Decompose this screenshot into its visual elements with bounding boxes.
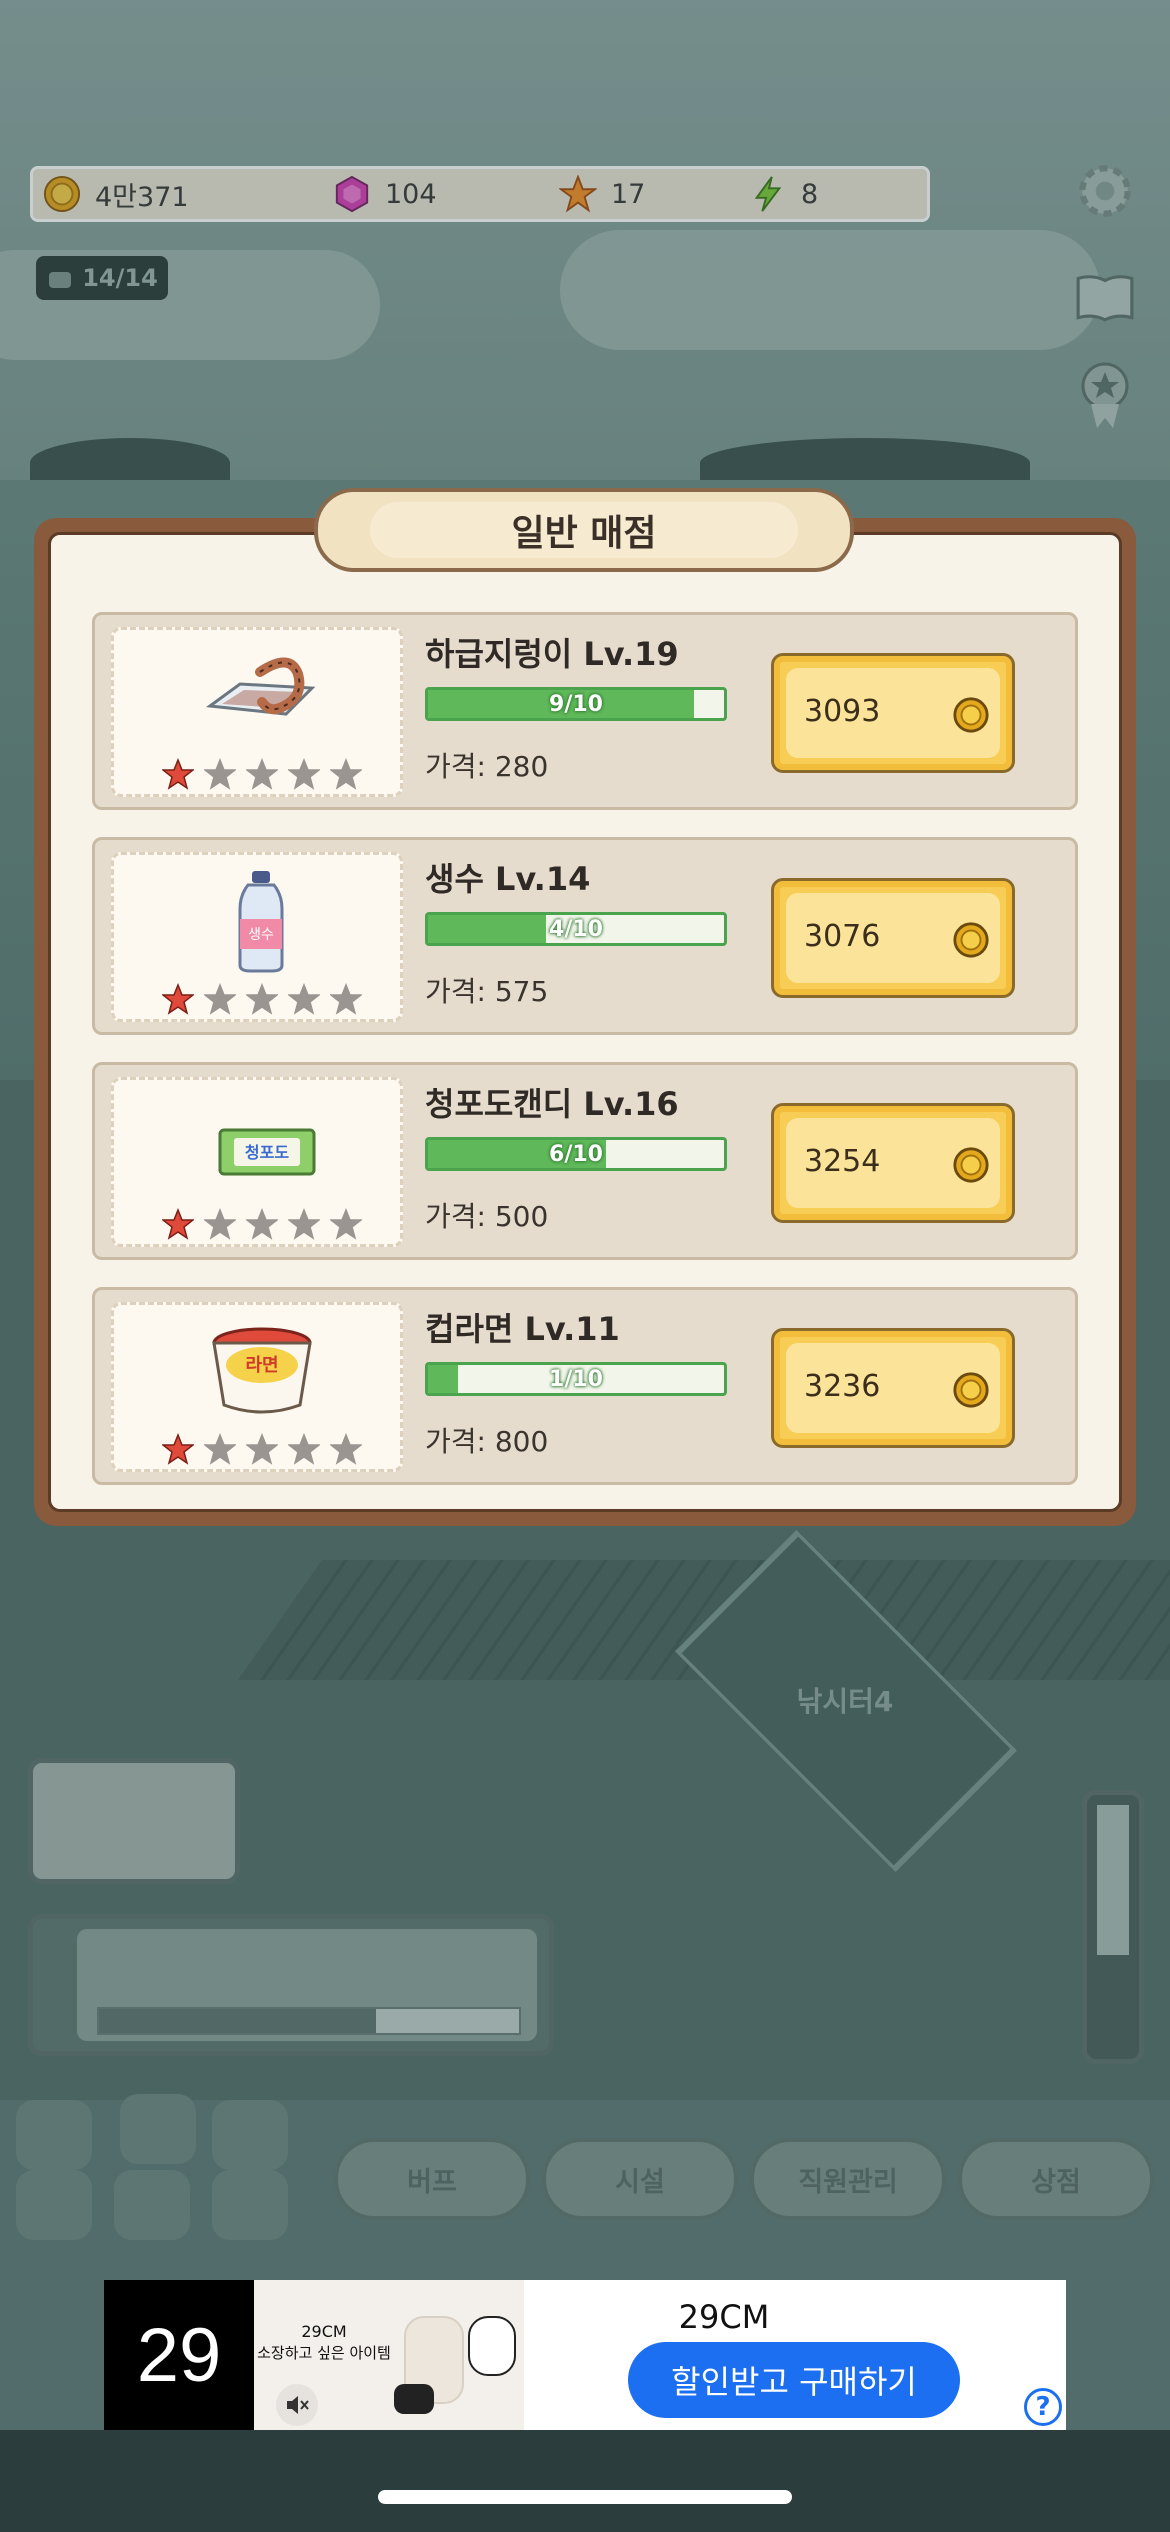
item-progress-text: 1/10 [549, 1366, 603, 1392]
item-upgrade-button[interactable]: 3254 [771, 1103, 1015, 1223]
item-progress-text: 4/10 [549, 916, 603, 942]
empty-star-icon [246, 983, 278, 1015]
home-indicator[interactable] [378, 2490, 792, 2504]
empty-star-icon [288, 758, 320, 790]
item-price: 가격: 500 [425, 1200, 549, 1233]
empty-star-icon [288, 1208, 320, 1240]
item-thumbnail: 라면 [111, 1302, 403, 1472]
shop-item-row: 하급지렁이 Lv.19 9/10 가격: 280 3093 [92, 612, 1078, 810]
item-progress-text: 9/10 [549, 691, 603, 717]
upgrade-cost: 3236 [804, 1369, 881, 1404]
ad-logo[interactable]: 29 [104, 2280, 254, 2430]
empty-star-icon [246, 1208, 278, 1240]
shop-item-row: 라면 컵라면 Lv.11 1/10 가격: 800 3236 [92, 1287, 1078, 1485]
upgrade-cost: 3254 [804, 1144, 881, 1179]
bottom-safe-area [0, 2430, 1170, 2532]
ad-creative-image[interactable]: 29CM 소장하고 싶은 아이템 [254, 2280, 524, 2430]
item-thumbnail: 생수 [111, 852, 403, 1022]
item-level-progress: 1/10 [425, 1362, 727, 1396]
item-progress-text: 6/10 [549, 1141, 603, 1167]
filled-star-icon [162, 1433, 194, 1465]
item-name: 하급지렁이 Lv.19 [425, 635, 679, 673]
empty-star-icon [204, 1433, 236, 1465]
item-grade-stars [162, 1208, 362, 1240]
upgrade-cost: 3093 [804, 694, 881, 729]
coin-icon [953, 922, 989, 958]
empty-star-icon [330, 1208, 362, 1240]
item-name: 생수 Lv.14 [425, 860, 591, 898]
item-grade-stars [162, 1433, 362, 1465]
item-price: 가격: 575 [425, 975, 549, 1008]
filled-star-icon [162, 983, 194, 1015]
svg-text:생수: 생수 [248, 927, 274, 943]
shop-title-plate: 일반 매점 [314, 488, 854, 572]
item-grade-stars [162, 983, 362, 1015]
item-upgrade-button[interactable]: 3093 [771, 653, 1015, 773]
ad-creative-tagline: 소장하고 싶은 아이템 [257, 2344, 391, 2362]
filled-star-icon [162, 1208, 194, 1240]
shop-item-row: 청포도 청포도캔디 Lv.16 6/10 가격: 500 3254 [92, 1062, 1078, 1260]
upgrade-cost: 3076 [804, 919, 881, 954]
shop-item-row: 생수 생수 Lv.14 4/10 가격: 575 3076 [92, 837, 1078, 1035]
empty-star-icon [288, 983, 320, 1015]
item-thumbnail [111, 627, 403, 797]
coin-icon [953, 697, 989, 733]
coin-icon [953, 1372, 989, 1408]
ad-creative-brand: 29CM [301, 2322, 347, 2341]
item-name: 청포도캔디 Lv.16 [425, 1085, 679, 1123]
ad-product-plush [468, 2316, 516, 2376]
item-upgrade-button[interactable]: 3076 [771, 878, 1015, 998]
item-grade-stars [162, 758, 362, 790]
empty-star-icon [246, 758, 278, 790]
item-price: 가격: 280 [425, 750, 549, 783]
item-price: 가격: 800 [425, 1425, 549, 1458]
svg-text:청포도: 청포도 [245, 1143, 289, 1162]
empty-star-icon [330, 1433, 362, 1465]
empty-star-icon [246, 1433, 278, 1465]
empty-star-icon [330, 983, 362, 1015]
item-level-progress: 4/10 [425, 912, 727, 946]
empty-star-icon [288, 1433, 320, 1465]
empty-star-icon [204, 1208, 236, 1240]
item-level-progress: 6/10 [425, 1137, 727, 1171]
item-name: 컵라면 Lv.11 [425, 1310, 620, 1348]
filled-star-icon [162, 758, 194, 790]
shop-title: 일반 매점 [370, 502, 798, 558]
ad-info-icon[interactable]: ? [1024, 2388, 1062, 2426]
item-thumbnail: 청포도 [111, 1077, 403, 1247]
empty-star-icon [204, 983, 236, 1015]
empty-star-icon [204, 758, 236, 790]
ad-title: 29CM [678, 2298, 770, 2336]
mute-icon [287, 2396, 309, 2414]
mute-button[interactable] [276, 2384, 318, 2426]
coin-icon [953, 1147, 989, 1183]
ad-banner[interactable]: 29 29CM 소장하고 싶은 아이템 29CM 할인받고 구매하기 ? [104, 2280, 1066, 2430]
ad-product-bag [394, 2384, 434, 2414]
item-upgrade-button[interactable]: 3236 [771, 1328, 1015, 1448]
ad-cta-button[interactable]: 할인받고 구매하기 [628, 2342, 960, 2418]
item-level-progress: 9/10 [425, 687, 727, 721]
svg-text:라면: 라면 [245, 1355, 278, 1376]
empty-star-icon [330, 758, 362, 790]
